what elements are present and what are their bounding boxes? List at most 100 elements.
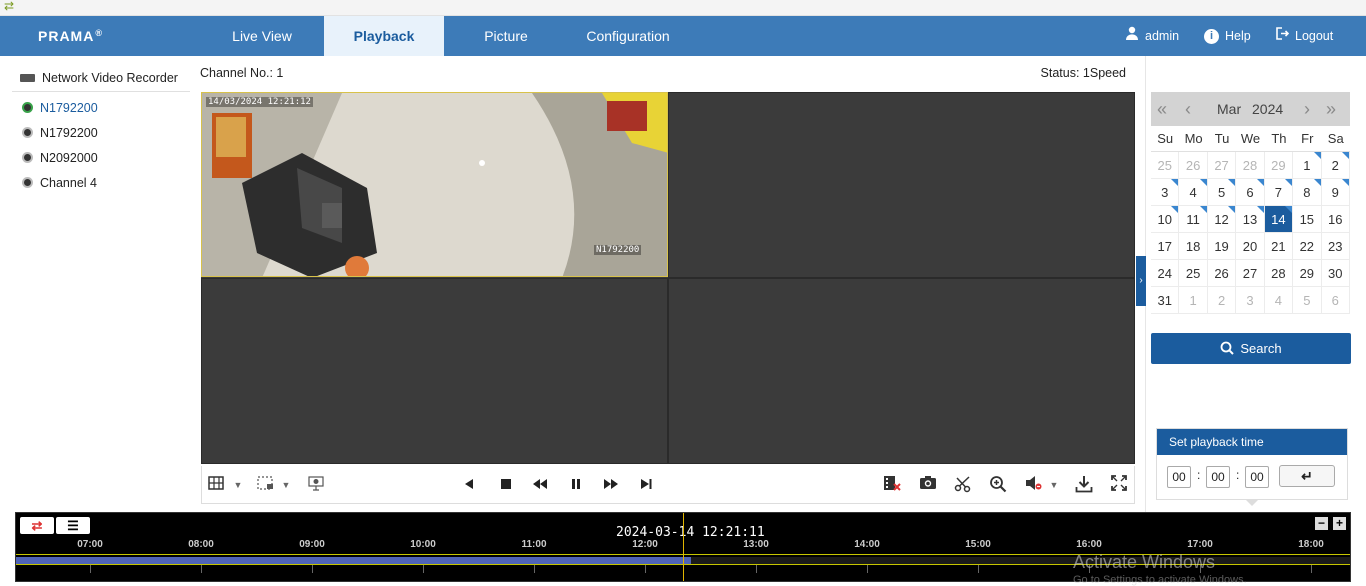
calendar-day[interactable]: 8 [1293,179,1322,206]
download-icon[interactable] [1074,475,1094,495]
weekday-label: Fr [1293,126,1322,152]
single-frame-icon[interactable] [636,475,656,495]
second-input[interactable]: 00 [1245,466,1269,488]
next-year-icon[interactable]: » [1326,92,1336,126]
calendar-day[interactable]: 23 [1321,233,1350,260]
calendar-day[interactable]: 2 [1321,152,1350,179]
goto-time-button[interactable]: ↵ [1279,465,1335,487]
video-pane-1[interactable]: 14/03/2024 12:21:12 N1792200 [201,92,668,277]
calendar-day[interactable]: 25 [1151,152,1180,179]
timeline-settings-icon[interactable]: ☰ [56,517,90,534]
camera-item-3[interactable]: N2092000 [12,146,190,171]
calendar-day[interactable]: 18 [1179,233,1208,260]
prev-month-icon[interactable]: ‹ [1185,92,1191,126]
next-month-icon[interactable]: › [1304,92,1310,126]
video-pane-2[interactable] [668,92,1135,278]
plugin-icon: ⇄ [4,0,15,13]
dropdown-arrow-icon[interactable]: ▼ [276,475,296,495]
search-label: Search [1240,341,1282,356]
dropdown-arrow-icon[interactable]: ▼ [1044,475,1064,495]
video-pane-4[interactable] [668,278,1135,464]
calendar-day[interactable]: 26 [1207,260,1237,287]
calendar-day[interactable]: 6 [1236,179,1265,206]
calendar-day[interactable]: 15 [1293,206,1322,233]
audio-muted-icon[interactable] [1024,475,1044,495]
calendar-day[interactable]: 29 [1264,152,1294,179]
clip-icon[interactable] [953,475,973,495]
calendar-day[interactable]: 28 [1264,260,1294,287]
timeline-cursor[interactable] [683,513,684,581]
calendar-day[interactable]: 27 [1236,260,1265,287]
window-select-icon[interactable] [256,475,276,495]
sync-playback-icon[interactable]: ⇄ [20,517,54,534]
pause-icon[interactable] [566,475,586,495]
calendar-day[interactable]: 25 [1179,260,1208,287]
slow-down-icon[interactable] [530,475,550,495]
calendar-day[interactable]: 19 [1207,233,1237,260]
stop-icon[interactable] [496,475,516,495]
calendar-day[interactable]: 27 [1207,152,1237,179]
capture-icon[interactable] [918,475,938,495]
calendar-day[interactable]: 6 [1321,287,1350,314]
digital-zoom-icon[interactable] [988,475,1008,495]
tab-configuration[interactable]: Configuration [568,16,688,56]
calendar-day[interactable]: 22 [1293,233,1322,260]
help-link[interactable]: i Help [1204,16,1251,56]
fullscreen-icon[interactable] [1109,475,1129,495]
camera-item-4[interactable]: Channel 4 [12,171,190,196]
calendar-day[interactable]: 16 [1321,206,1350,233]
nvr-root[interactable]: Network Video Recorder [12,64,190,92]
calendar-day[interactable]: 4 [1179,179,1208,206]
tab-picture[interactable]: Picture [444,16,568,56]
minute-input[interactable]: 00 [1206,466,1230,488]
prev-year-icon[interactable]: « [1157,92,1167,126]
search-button[interactable]: Search [1151,333,1351,364]
calendar-day[interactable]: 3 [1151,179,1180,206]
video-pane-3[interactable] [201,278,668,464]
camera-item-1[interactable]: N1792200 [12,96,190,121]
calendar-day[interactable]: 13 [1236,206,1265,233]
collapse-panel-button[interactable]: › [1136,256,1146,306]
calendar-day[interactable]: 12 [1207,206,1237,233]
calendar-day[interactable]: 29 [1293,260,1322,287]
calendar-day[interactable]: 31 [1151,287,1180,314]
calendar-day[interactable]: 7 [1264,179,1294,206]
user-menu[interactable]: admin [1124,16,1179,56]
calendar-day[interactable]: 3 [1236,287,1265,314]
hour-input[interactable]: 00 [1167,466,1191,488]
enter-icon: ↵ [1301,468,1313,484]
calendar-day[interactable]: 5 [1293,287,1322,314]
reverse-play-icon[interactable] [459,475,479,495]
calendar-day[interactable]: 1 [1179,287,1208,314]
calendar-day[interactable]: 2 [1207,287,1237,314]
calendar-day[interactable]: 21 [1264,233,1294,260]
zoom-out-icon[interactable]: − [1315,517,1328,530]
camera-item-2[interactable]: N1792200 [12,121,190,146]
layout-grid-icon[interactable] [206,475,226,495]
calendar-day[interactable]: 1 [1293,152,1322,179]
timeline[interactable]: ⇄ ☰ 2024-03-14 12:21:11 − + 07:00 08:00 09… [15,512,1351,582]
timeline-tick-label: 12:00 [632,539,658,550]
calendar-day-selected[interactable]: 14 [1264,206,1294,233]
calendar-day[interactable]: 10 [1151,206,1180,233]
logout-link[interactable]: Logout [1274,16,1333,56]
tab-playback[interactable]: Playback [324,16,444,56]
speed-up-icon[interactable] [601,475,621,495]
calendar-day[interactable]: 11 [1179,206,1208,233]
tab-live-view[interactable]: Live View [200,16,324,56]
calendar-day[interactable]: 30 [1321,260,1350,287]
calendar-day[interactable]: 28 [1236,152,1265,179]
zoom-in-icon[interactable]: + [1333,517,1346,530]
dropdown-arrow-icon[interactable]: ▼ [228,475,248,495]
calendar-day[interactable]: 26 [1179,152,1208,179]
calendar-day[interactable]: 17 [1151,233,1180,260]
calendar-day[interactable]: 20 [1236,233,1265,260]
calendar-day[interactable]: 5 [1207,179,1237,206]
calendar-day[interactable]: 24 [1151,260,1180,287]
dewarp-icon[interactable] [306,475,326,495]
stop-all-icon[interactable] [882,475,902,495]
timeline-tick-label: 07:00 [77,539,103,550]
calendar-day[interactable]: 4 [1264,287,1294,314]
logout-label: Logout [1295,29,1334,43]
calendar-day[interactable]: 9 [1321,179,1350,206]
